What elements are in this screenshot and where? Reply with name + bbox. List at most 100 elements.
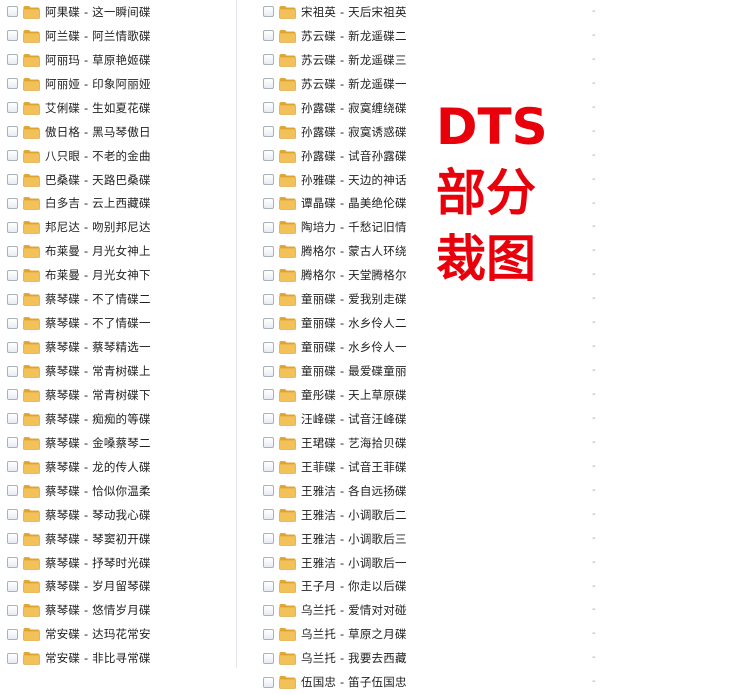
file-row[interactable]: 蔡琴碟 - 痴痴的等碟 bbox=[0, 407, 228, 431]
file-name[interactable]: 蔡琴碟 - 常青树碟上 bbox=[45, 363, 205, 379]
row-checkbox[interactable] bbox=[263, 533, 274, 545]
file-row[interactable]: 常安碟 - 达玛花常安 bbox=[0, 622, 228, 646]
row-checkbox[interactable] bbox=[7, 652, 18, 664]
file-name[interactable]: 伍国忠 - 笛子伍国忠 bbox=[301, 674, 501, 690]
file-row[interactable]: 巴桑碟 - 天路巴桑碟 bbox=[0, 168, 228, 192]
file-name[interactable]: 蔡琴碟 - 金嗓蔡琴二 bbox=[45, 435, 205, 451]
file-row[interactable]: 王子月 - 你走以后碟 - bbox=[256, 575, 616, 599]
row-checkbox[interactable] bbox=[263, 652, 274, 664]
row-checkbox[interactable] bbox=[7, 269, 18, 281]
file-row[interactable]: 白多吉 - 云上西藏碟 bbox=[0, 192, 228, 216]
row-checkbox[interactable] bbox=[263, 221, 274, 233]
file-name[interactable]: 童丽碟 - 最爱碟童丽 bbox=[301, 363, 501, 379]
row-checkbox[interactable] bbox=[263, 413, 274, 425]
file-row[interactable]: 傲日格 - 黑马琴傲日 bbox=[0, 120, 228, 144]
row-checkbox[interactable] bbox=[7, 126, 18, 138]
file-name[interactable]: 王雅洁 - 各自远扬碟 bbox=[301, 483, 501, 499]
file-name[interactable]: 汪峰碟 - 试音汪峰碟 bbox=[301, 411, 501, 427]
row-checkbox[interactable] bbox=[263, 30, 274, 42]
file-row[interactable]: 苏云碟 - 新龙遥碟二 - bbox=[256, 24, 616, 48]
row-checkbox[interactable] bbox=[7, 485, 18, 497]
file-name[interactable]: 常安碟 - 非比寻常碟 bbox=[45, 650, 205, 666]
row-checkbox[interactable] bbox=[263, 628, 274, 640]
file-row[interactable]: 苏云碟 - 新龙遥碟一 - bbox=[256, 72, 616, 96]
row-checkbox[interactable] bbox=[7, 174, 18, 186]
file-name[interactable]: 阿丽娅 - 印象阿丽娅 bbox=[45, 76, 205, 92]
row-checkbox[interactable] bbox=[7, 221, 18, 233]
row-checkbox[interactable] bbox=[263, 604, 274, 616]
file-row[interactable]: 艾俐碟 - 生如夏花碟 bbox=[0, 96, 228, 120]
file-name[interactable]: 布莱曼 - 月光女神下 bbox=[45, 267, 205, 283]
row-checkbox[interactable] bbox=[263, 174, 274, 186]
file-name[interactable]: 阿丽玛 - 草原艳姬碟 bbox=[45, 52, 205, 68]
row-checkbox[interactable] bbox=[263, 509, 274, 521]
file-name[interactable]: 八只眼 - 不老的金曲 bbox=[45, 148, 205, 164]
file-row[interactable]: 蔡琴碟 - 抒琴时光碟 bbox=[0, 551, 228, 575]
file-name[interactable]: 阿兰碟 - 阿兰情歌碟 bbox=[45, 28, 205, 44]
file-row[interactable]: 蔡琴碟 - 常青树碟上 bbox=[0, 359, 228, 383]
row-checkbox[interactable] bbox=[263, 676, 274, 688]
row-checkbox[interactable] bbox=[7, 293, 18, 305]
file-row[interactable]: 邦尼达 - 吻别邦尼达 bbox=[0, 215, 228, 239]
file-name[interactable]: 王子月 - 你走以后碟 bbox=[301, 578, 501, 594]
file-name[interactable]: 蔡琴碟 - 不了情碟一 bbox=[45, 315, 205, 331]
row-checkbox[interactable] bbox=[7, 389, 18, 401]
file-name[interactable]: 邦尼达 - 吻别邦尼达 bbox=[45, 219, 205, 235]
row-checkbox[interactable] bbox=[263, 78, 274, 90]
file-row[interactable]: 王菲碟 - 试音王菲碟 - bbox=[256, 455, 616, 479]
row-checkbox[interactable] bbox=[263, 580, 274, 592]
file-row[interactable]: 蔡琴碟 - 琴动我心碟 bbox=[0, 503, 228, 527]
file-name[interactable]: 蔡琴碟 - 蔡琴精选一 bbox=[45, 339, 205, 355]
file-name[interactable]: 蔡琴碟 - 抒琴时光碟 bbox=[45, 555, 205, 571]
row-checkbox[interactable] bbox=[7, 341, 18, 353]
file-row[interactable]: 布莱曼 - 月光女神上 bbox=[0, 239, 228, 263]
row-checkbox[interactable] bbox=[263, 485, 274, 497]
row-checkbox[interactable] bbox=[7, 30, 18, 42]
file-name[interactable]: 王雅洁 - 小调歌后一 bbox=[301, 555, 501, 571]
file-name[interactable]: 蔡琴碟 - 不了情碟二 bbox=[45, 291, 205, 307]
file-row[interactable]: 苏云碟 - 新龙遥碟三 - bbox=[256, 48, 616, 72]
file-row[interactable]: 蔡琴碟 - 岁月留琴碟 bbox=[0, 575, 228, 599]
file-name[interactable]: 傲日格 - 黑马琴傲日 bbox=[45, 124, 205, 140]
file-name[interactable]: 童彤碟 - 天上草原碟 bbox=[301, 387, 501, 403]
row-checkbox[interactable] bbox=[263, 317, 274, 329]
row-checkbox[interactable] bbox=[7, 604, 18, 616]
file-row[interactable]: 王雅洁 - 各自远扬碟 - bbox=[256, 479, 616, 503]
file-row[interactable]: 乌兰托 - 我要去西藏 - bbox=[256, 646, 616, 670]
file-name[interactable]: 蔡琴碟 - 痴痴的等碟 bbox=[45, 411, 205, 427]
row-checkbox[interactable] bbox=[263, 461, 274, 473]
file-row[interactable]: 蔡琴碟 - 琴窦初开碟 bbox=[0, 527, 228, 551]
file-row[interactable]: 阿兰碟 - 阿兰情歌碟 bbox=[0, 24, 228, 48]
row-checkbox[interactable] bbox=[7, 509, 18, 521]
file-name[interactable]: 蔡琴碟 - 常青树碟下 bbox=[45, 387, 205, 403]
file-name[interactable]: 王珺碟 - 艺海拾贝碟 bbox=[301, 435, 501, 451]
file-row[interactable]: 童丽碟 - 水乡伶人二 - bbox=[256, 311, 616, 335]
file-row[interactable]: 童丽碟 - 最爱碟童丽 - bbox=[256, 359, 616, 383]
file-row[interactable]: 蔡琴碟 - 常青树碟下 bbox=[0, 383, 228, 407]
file-row[interactable]: 布莱曼 - 月光女神下 bbox=[0, 263, 228, 287]
row-checkbox[interactable] bbox=[7, 245, 18, 257]
row-checkbox[interactable] bbox=[263, 293, 274, 305]
file-name[interactable]: 苏云碟 - 新龙遥碟三 bbox=[301, 52, 501, 68]
file-row[interactable]: 汪峰碟 - 试音汪峰碟 - bbox=[256, 407, 616, 431]
row-checkbox[interactable] bbox=[7, 437, 18, 449]
file-row[interactable]: 蔡琴碟 - 不了情碟一 bbox=[0, 311, 228, 335]
row-checkbox[interactable] bbox=[7, 197, 18, 209]
row-checkbox[interactable] bbox=[263, 389, 274, 401]
file-row[interactable]: 蔡琴碟 - 恰似你温柔 bbox=[0, 479, 228, 503]
row-checkbox[interactable] bbox=[263, 341, 274, 353]
row-checkbox[interactable] bbox=[263, 54, 274, 66]
row-checkbox[interactable] bbox=[263, 557, 274, 569]
row-checkbox[interactable] bbox=[7, 6, 18, 18]
file-name[interactable]: 苏云碟 - 新龙遥碟一 bbox=[301, 76, 501, 92]
file-name[interactable]: 蔡琴碟 - 龙的传人碟 bbox=[45, 459, 205, 475]
file-row[interactable]: 常安碟 - 非比寻常碟 bbox=[0, 646, 228, 670]
file-name[interactable]: 宋祖英 - 天后宋祖英 bbox=[301, 4, 501, 20]
file-row[interactable]: 八只眼 - 不老的金曲 bbox=[0, 144, 228, 168]
row-checkbox[interactable] bbox=[263, 126, 274, 138]
file-row[interactable]: 蔡琴碟 - 悠情岁月碟 bbox=[0, 598, 228, 622]
row-checkbox[interactable] bbox=[263, 102, 274, 114]
file-row[interactable]: 王珺碟 - 艺海拾贝碟 - bbox=[256, 431, 616, 455]
file-name[interactable]: 阿果碟 - 这一瞬间碟 bbox=[45, 4, 205, 20]
file-row[interactable]: 童彤碟 - 天上草原碟 - bbox=[256, 383, 616, 407]
